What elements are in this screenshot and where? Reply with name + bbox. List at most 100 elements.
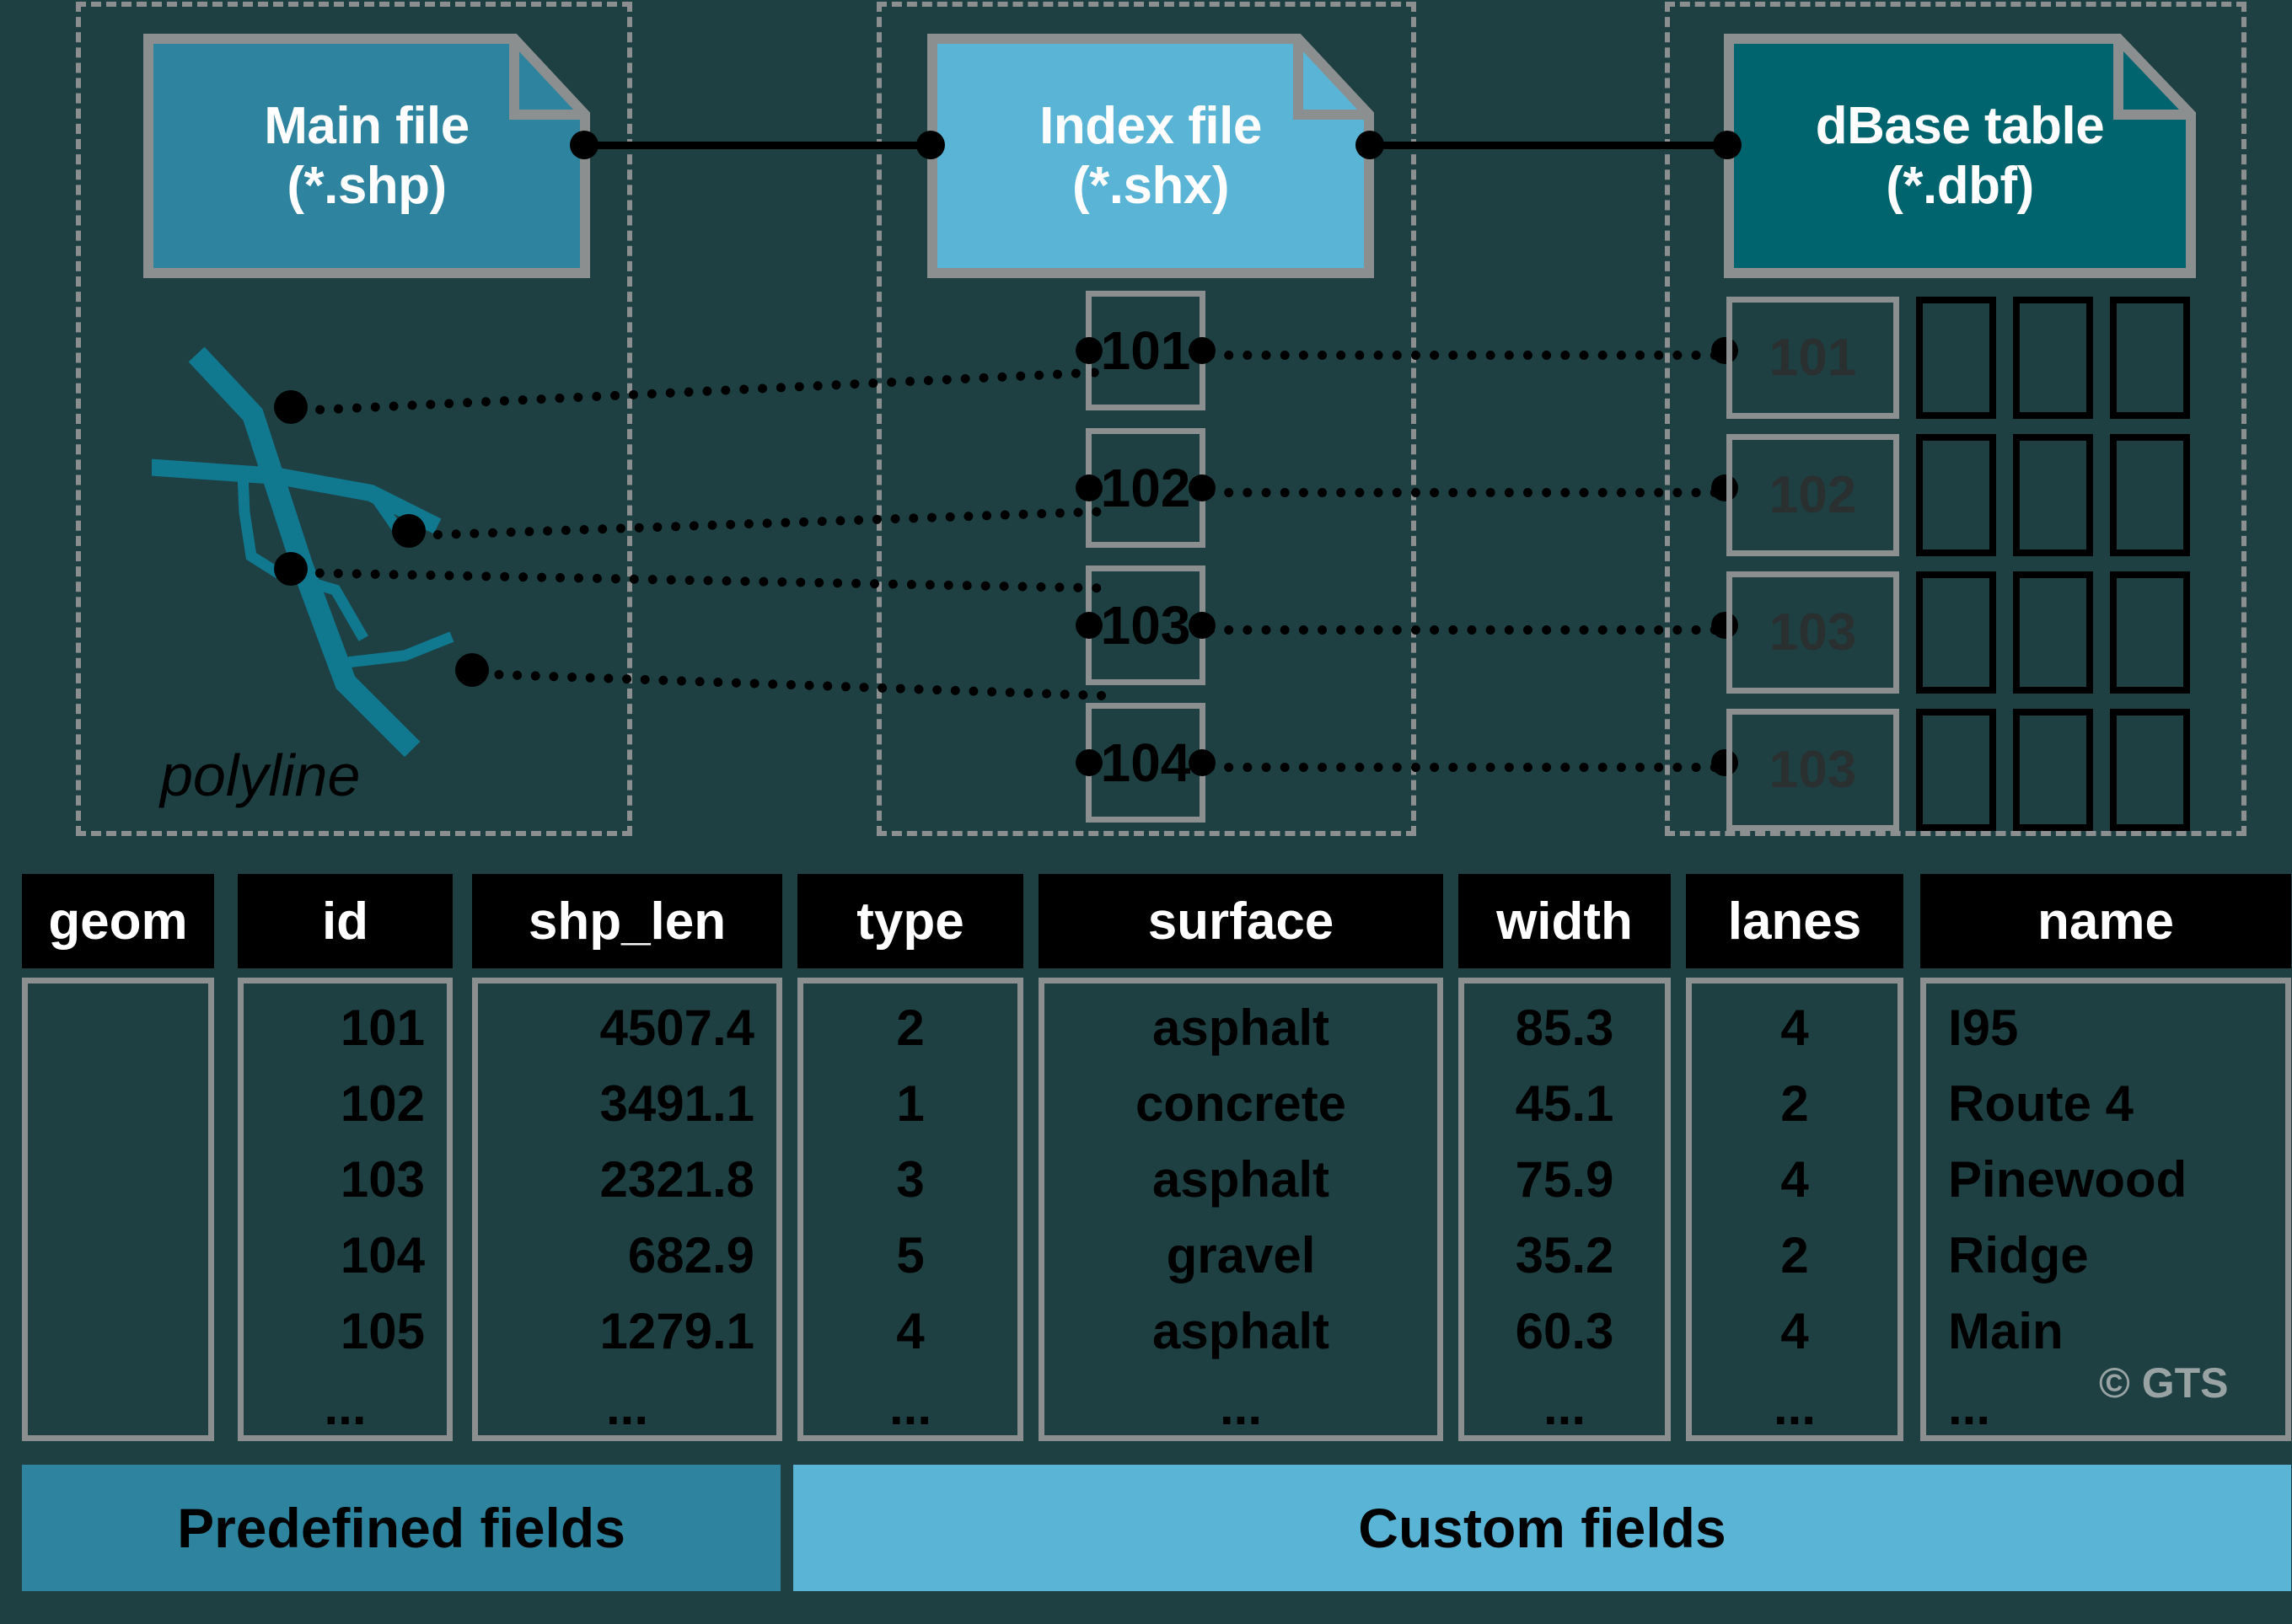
table-header-label: type xyxy=(856,892,964,951)
dbase-table-title: dBase table xyxy=(1815,96,2105,155)
table-cell: 104 xyxy=(340,1227,425,1284)
table-column-lanes[interactable]: 4 2 4 2 4 ... xyxy=(1686,978,1903,1441)
table-cell-ellipsis: ... xyxy=(1219,1379,1262,1435)
table-cell: Route 4 xyxy=(1948,1075,2134,1132)
table-header-label: width xyxy=(1496,892,1633,951)
table-header-type: type xyxy=(797,874,1023,968)
table-header-surface: surface xyxy=(1039,874,1443,968)
link-index-to-dbase xyxy=(1367,142,1721,149)
table-cell: 105 xyxy=(340,1303,425,1359)
table-cell-ellipsis: ... xyxy=(1543,1379,1586,1435)
dbase-cell[interactable] xyxy=(2013,709,2093,831)
dbase-record-101[interactable]: 101 xyxy=(1726,297,1899,419)
index-record-value: 104 xyxy=(1100,732,1191,793)
dbase-cell[interactable] xyxy=(2110,709,2190,831)
main-file-title: Main file xyxy=(264,96,470,155)
table-cell: 4 xyxy=(896,1303,925,1359)
table-cell: 4507.4 xyxy=(599,1000,754,1056)
table-cell: 2321.8 xyxy=(599,1151,754,1208)
index-knob-102-left xyxy=(1076,474,1103,501)
dbase-cell[interactable] xyxy=(2013,297,2093,419)
table-header-geom: geom xyxy=(22,874,214,968)
diagram-canvas: Main file (*.shp) Index file (*.shx) dBa… xyxy=(0,0,2292,1624)
table-cell: Pinewood xyxy=(1948,1151,2187,1208)
index-file-icon[interactable]: Index file (*.shx) xyxy=(927,34,1374,278)
dbase-cell[interactable] xyxy=(2110,434,2190,556)
dotlink-102-dbase xyxy=(1205,488,1720,497)
dbase-cell[interactable] xyxy=(1916,434,1996,556)
polyline-geometry xyxy=(152,346,454,758)
index-file-label: Index file (*.shx) xyxy=(927,34,1374,278)
table-cell: 102 xyxy=(340,1075,425,1132)
dbase-record-value: 101 xyxy=(1769,329,1857,387)
table-cell: Ridge xyxy=(1948,1227,2089,1284)
table-column-geom[interactable] xyxy=(22,978,214,1441)
table-header-id: id xyxy=(238,874,453,968)
index-record-104[interactable]: 104 xyxy=(1086,703,1205,823)
dbase-record-102[interactable]: 102 xyxy=(1726,434,1899,556)
index-knob-103-left xyxy=(1076,612,1103,639)
index-knob-101-left xyxy=(1076,337,1103,364)
table-cell: 1 xyxy=(896,1075,925,1132)
table-column-id[interactable]: 101 102 103 104 105 ... xyxy=(238,978,453,1441)
dbase-record-104[interactable]: 103 xyxy=(1726,709,1899,831)
table-cell: 2 xyxy=(896,1000,925,1056)
table-cell: 2 xyxy=(1780,1075,1809,1132)
table-cell: 103 xyxy=(340,1151,425,1208)
table-cell: 5 xyxy=(896,1227,925,1284)
table-cell: 75.9 xyxy=(1515,1151,1614,1208)
table-header-label: surface xyxy=(1147,892,1334,951)
index-record-value: 101 xyxy=(1100,320,1191,381)
dbase-cell[interactable] xyxy=(1916,297,1996,419)
main-file-label: Main file (*.shp) xyxy=(143,34,590,278)
dbase-table-label: dBase table (*.dbf) xyxy=(1724,34,2196,278)
table-header-label: lanes xyxy=(1727,892,1862,951)
table-cell: I95 xyxy=(1948,1000,2019,1056)
index-record-value: 103 xyxy=(1100,595,1191,656)
index-record-103[interactable]: 103 xyxy=(1086,565,1205,685)
dotlink-101-dbase xyxy=(1205,351,1720,360)
dbase-cell[interactable] xyxy=(1916,709,1996,831)
dbase-record-value: 102 xyxy=(1769,466,1857,524)
table-cell: 2 xyxy=(1780,1227,1809,1284)
table-header-label: id xyxy=(321,892,369,951)
legend-predefined-label: Predefined fields xyxy=(177,1497,625,1559)
legend-predefined-fields[interactable]: Predefined fields xyxy=(22,1465,781,1591)
index-knob-104-left xyxy=(1076,749,1103,776)
index-file-ext: (*.shx) xyxy=(1072,157,1229,215)
table-cell: gravel xyxy=(1166,1227,1316,1284)
table-cell-ellipsis: ... xyxy=(324,1379,367,1435)
dbase-cell[interactable] xyxy=(2110,297,2190,419)
table-header-shp_len: shp_len xyxy=(472,874,782,968)
link-main-to-index xyxy=(582,142,936,149)
table-cell: 35.2 xyxy=(1515,1227,1614,1284)
table-cell: concrete xyxy=(1135,1075,1347,1132)
table-cell-ellipsis: ... xyxy=(605,1379,648,1435)
table-cell: 60.3 xyxy=(1515,1303,1614,1359)
legend-custom-label: Custom fields xyxy=(1358,1497,1726,1559)
dbase-table-icon[interactable]: dBase table (*.dbf) xyxy=(1724,34,2196,278)
legend-custom-fields[interactable]: Custom fields xyxy=(793,1465,2291,1591)
dbase-cell[interactable] xyxy=(2110,571,2190,694)
index-record-value: 102 xyxy=(1100,458,1191,518)
table-column-width[interactable]: 85.3 45.1 75.9 35.2 60.3 ... xyxy=(1458,978,1671,1441)
table-column-shp_len[interactable]: 4507.4 3491.1 2321.8 682.9 1279.1 ... xyxy=(472,978,782,1441)
table-cell: asphalt xyxy=(1151,1303,1330,1359)
table-cell-ellipsis: ... xyxy=(888,1379,931,1435)
table-cell: 3 xyxy=(896,1151,925,1208)
index-record-101[interactable]: 101 xyxy=(1086,291,1205,410)
dbase-record-103[interactable]: 103 xyxy=(1726,571,1899,694)
table-cell: 45.1 xyxy=(1515,1075,1614,1132)
table-column-type[interactable]: 2 1 3 5 4 ... xyxy=(797,978,1023,1441)
index-record-102[interactable]: 102 xyxy=(1086,428,1205,548)
polyline-label: polyline xyxy=(160,742,361,808)
index-file-title: Index file xyxy=(1039,96,1262,155)
table-column-surface[interactable]: asphalt concrete asphalt gravel asphalt … xyxy=(1039,978,1443,1441)
table-cell: asphalt xyxy=(1151,1000,1330,1056)
main-file-icon[interactable]: Main file (*.shp) xyxy=(143,34,590,278)
dbase-cell[interactable] xyxy=(2013,434,2093,556)
dotlink-103-dbase xyxy=(1205,625,1720,635)
dbase-cell[interactable] xyxy=(2013,571,2093,694)
dbase-cell[interactable] xyxy=(1916,571,1996,694)
table-cell: 1279.1 xyxy=(599,1303,754,1359)
